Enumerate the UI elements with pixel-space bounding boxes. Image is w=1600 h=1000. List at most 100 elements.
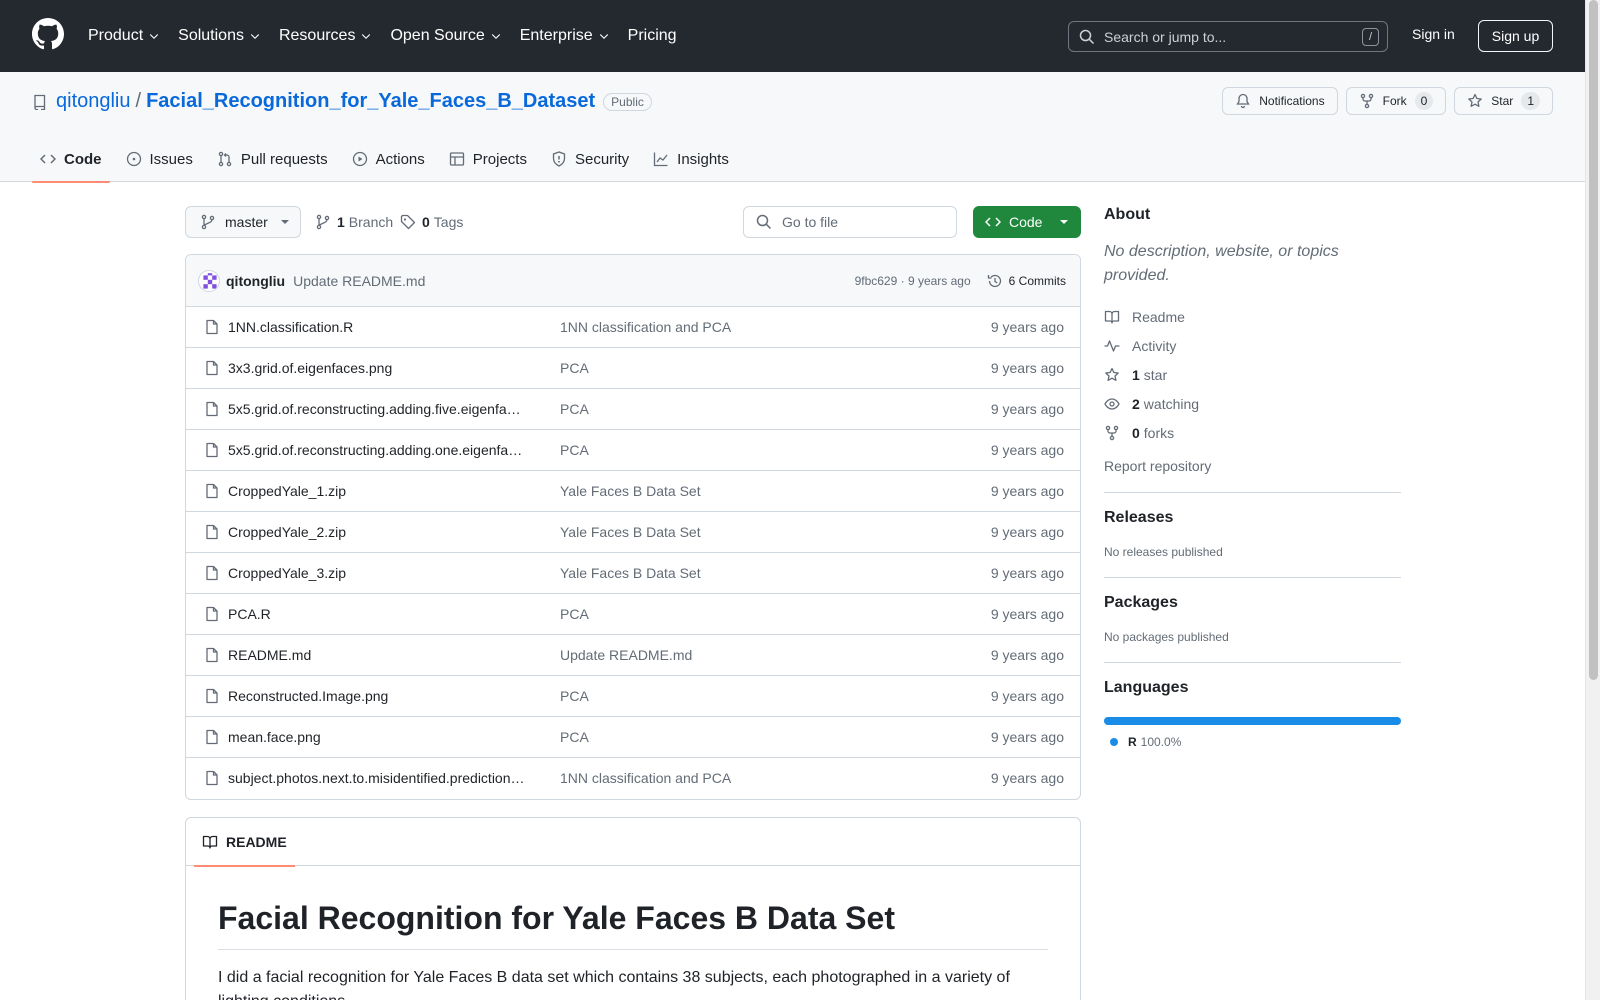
go-to-file-input[interactable]: Go to file [743,206,957,238]
readme-paragraph: I did a facial recognition for Yale Face… [218,969,1010,1000]
branch-selector[interactable]: master [185,206,301,238]
tab-projects[interactable]: Projects [441,136,535,182]
stars-link[interactable]: 1 star [1104,360,1401,389]
sign-up-button[interactable]: Sign up [1478,20,1553,52]
file-name-link[interactable]: Reconstructed.Image.png [228,688,528,704]
star-icon [1468,93,1483,107]
visibility-badge: Public [603,92,652,111]
book-icon [1104,310,1120,324]
table-row[interactable]: CroppedYale_1.zip Yale Faces B Data Set 9 … [186,471,1080,512]
nav-product[interactable]: Product [88,27,160,45]
repo-name-link[interactable]: Facial_Recognition_for_Yale_Faces_B_Data… [146,90,595,113]
sign-in-link[interactable]: Sign in [1412,26,1455,42]
nav-open-source[interactable]: Open Source [390,27,501,45]
file-commit-message[interactable]: Yale Faces B Data Set [560,524,701,540]
file-icon [206,729,218,745]
readme-link-label: Readme [1132,308,1185,325]
file-commit-message[interactable]: PCA [560,606,589,622]
chevron-down-icon [491,34,500,40]
tab-code[interactable]: Code [32,136,110,183]
file-name-link[interactable]: subject.photos.next.to.misidentified.pre… [228,770,528,786]
commit-message[interactable]: Update README.md [293,273,425,289]
nav-enterprise[interactable]: Enterprise [520,27,610,45]
file-icon [206,688,218,704]
file-commit-message[interactable]: 1NN classification and PCA [560,319,731,335]
file-commit-message[interactable]: Update README.md [560,647,692,663]
activity-link[interactable]: Activity [1104,331,1401,360]
file-commit-message[interactable]: PCA [560,360,589,376]
tags-link[interactable]: 0 Tags [400,214,463,230]
tab-issues[interactable]: Issues [118,136,201,182]
tab-pull-requests[interactable]: Pull requests [209,136,336,182]
file-commit-message[interactable]: Yale Faces B Data Set [560,565,701,581]
file-icon [206,606,218,622]
packages-heading[interactable]: Packages [1104,594,1401,612]
star-button[interactable]: Star 1 [1454,87,1553,115]
file-commit-message[interactable]: PCA [560,688,589,704]
table-row[interactable]: 5x5.grid.of.reconstructing.adding.one.ei… [186,430,1080,471]
table-row[interactable]: README.md Update README.md 9 years ago [186,635,1080,676]
forks-link[interactable]: 0 forks [1104,418,1401,447]
commit-sha-time[interactable]: 9fbc629 · 9 years ago [855,274,971,288]
table-row[interactable]: PCA.R PCA 9 years ago [186,594,1080,635]
table-row[interactable]: mean.face.png PCA 9 years ago [186,717,1080,758]
file-commit-message[interactable]: PCA [560,401,589,417]
global-search-input[interactable]: Search or jump to... / [1068,21,1388,52]
file-name-link[interactable]: CroppedYale_2.zip [228,524,528,540]
tag-count: 0 [422,214,430,230]
tab-actions[interactable]: Actions [344,136,433,182]
repo-title: qitongliu / Facial_Recognition_for_Yale_… [32,90,652,113]
readme-link[interactable]: Readme [1104,302,1401,331]
file-commit-message[interactable]: Yale Faces B Data Set [560,483,701,499]
file-name-link[interactable]: CroppedYale_3.zip [228,565,528,581]
file-name-link[interactable]: 5x5.grid.of.reconstructing.adding.one.ei… [228,442,528,458]
code-dropdown-button[interactable]: Code [973,206,1081,238]
table-row[interactable]: CroppedYale_2.zip Yale Faces B Data Set 9 … [186,512,1080,553]
scrollbar-thumb[interactable] [1589,0,1598,680]
commit-author[interactable]: qitongliu [226,273,285,289]
file-commit-message[interactable]: PCA [560,442,589,458]
repo-owner-link[interactable]: qitongliu [56,90,131,113]
tab-security[interactable]: Security [543,136,637,182]
branch-name: master [225,214,268,230]
file-name-link[interactable]: CroppedYale_1.zip [228,483,528,499]
file-name-link[interactable]: mean.face.png [228,729,528,745]
file-name-link[interactable]: 3x3.grid.of.eigenfaces.png [228,360,528,376]
avatar[interactable] [198,269,220,292]
table-row[interactable]: subject.photos.next.to.misidentified.pre… [186,758,1080,799]
language-percent: 100.0% [1140,735,1182,749]
branches-link[interactable]: 1 Branch [315,214,393,230]
table-row[interactable]: 5x5.grid.of.reconstructing.adding.five.e… [186,389,1080,430]
file-name-link[interactable]: PCA.R [228,606,528,622]
report-repository-link[interactable]: Report repository [1104,451,1401,480]
notifications-button[interactable]: Notifications [1222,87,1338,115]
table-row[interactable]: 3x3.grid.of.eigenfaces.png PCA 9 years ago [186,348,1080,389]
file-commit-message[interactable]: PCA [560,729,589,745]
chevron-down-icon [149,34,159,40]
file-name-link[interactable]: README.md [228,647,528,663]
file-name-link[interactable]: 5x5.grid.of.reconstructing.adding.five.e… [228,401,528,417]
file-name-link[interactable]: 1NN.classification.R [228,319,528,335]
table-row[interactable]: 1NN.classification.R 1NN classification a… [186,307,1080,348]
table-row[interactable]: CroppedYale_3.zip Yale Faces B Data Set 9 … [186,553,1080,594]
nav-solutions-label: Solutions [178,27,244,44]
file-commit-message[interactable]: 1NN classification and PCA [560,770,731,786]
nav-pricing[interactable]: Pricing [628,27,677,45]
releases-heading[interactable]: Releases [1104,509,1401,527]
file-icon [206,647,218,663]
sidebar-divider [1104,577,1401,578]
language-item[interactable]: R 100.0% [1104,735,1401,749]
fork-button[interactable]: Fork 0 [1345,87,1447,115]
code-icon [985,217,1001,227]
commits-link[interactable]: 6 Commits [1009,274,1066,288]
nav-resources[interactable]: Resources [279,27,372,45]
readme-tab[interactable]: README [194,818,295,867]
file-icon-wrap [204,770,220,786]
table-row[interactable]: Reconstructed.Image.png PCA 9 years ago [186,676,1080,717]
nav-solutions[interactable]: Solutions [178,27,261,45]
tab-insights[interactable]: Insights [645,136,737,182]
page-scrollbar[interactable] [1585,0,1600,1000]
branch-icon [201,214,215,230]
watching-link[interactable]: 2 watching [1104,389,1401,418]
github-logo-icon[interactable] [32,18,64,50]
